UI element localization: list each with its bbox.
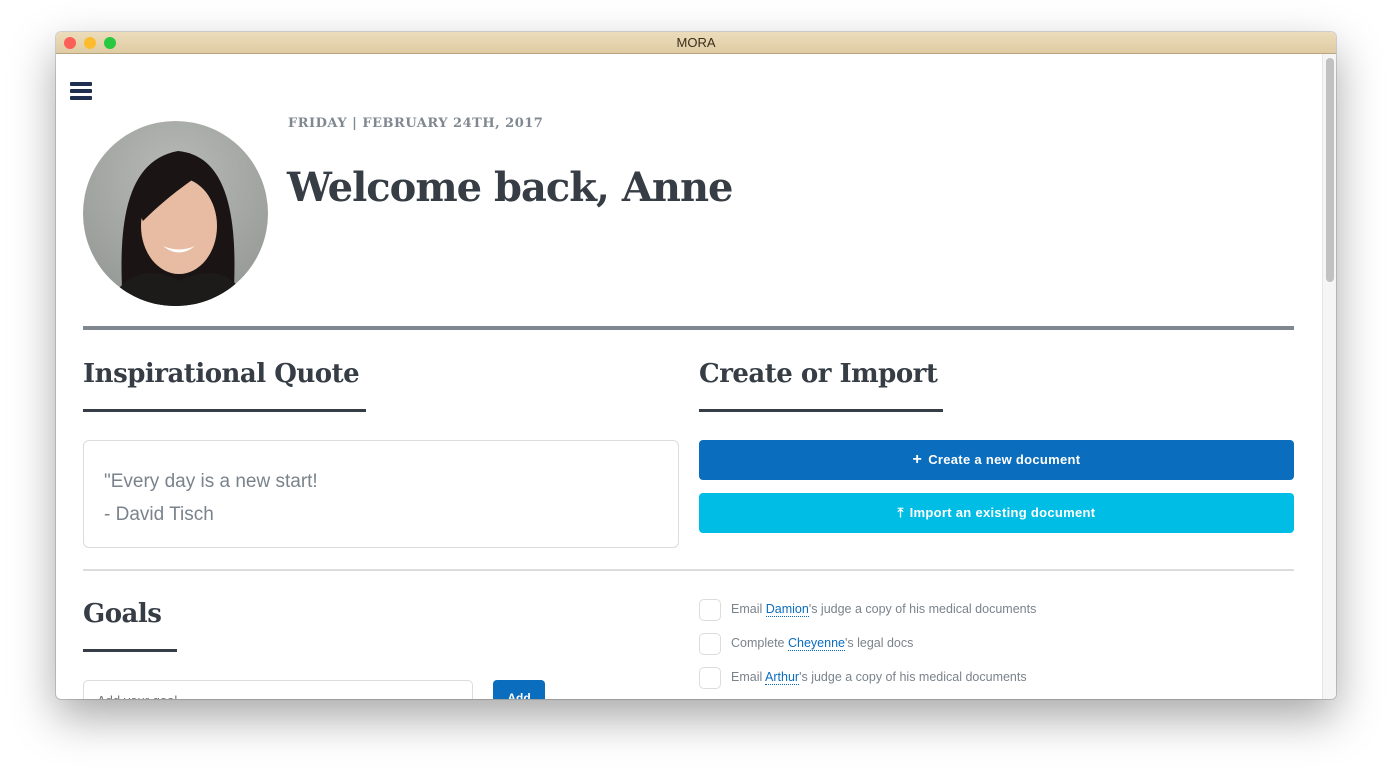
client-link[interactable]: Arthur (765, 670, 800, 685)
task-text: 's judge a copy of his medical documents (808, 602, 1037, 616)
import-document-button[interactable]: ⤒ Import an existing document (699, 493, 1294, 533)
goal-input[interactable] (83, 680, 473, 699)
task-text: 's legal docs (844, 636, 914, 650)
create-label: Create a new document (928, 452, 1081, 467)
import-label: Import an existing document (909, 505, 1096, 520)
task-text: Email (731, 602, 766, 616)
task-text: 's judge a copy of his medical documents (799, 670, 1027, 684)
scrollbar[interactable] (1322, 54, 1336, 699)
task-text: Complete (731, 636, 788, 650)
task-item: Complete Cheyenne's legal docs (699, 632, 914, 655)
heading-underline (699, 409, 943, 412)
plus-icon: + (912, 451, 923, 468)
divider (83, 569, 1294, 571)
app-window: MORA FRIDAY | FEBRUARY 24TH, 2017 Welcom… (56, 32, 1336, 699)
page-title: Welcome back, Anne (287, 164, 733, 211)
task-text: Email (731, 670, 766, 684)
heading-underline (83, 409, 366, 412)
create-heading: Create or Import (699, 359, 938, 389)
divider (83, 326, 1294, 330)
hamburger-menu-icon[interactable] (70, 82, 92, 100)
quote-text: "Every day is a new start! (104, 471, 318, 492)
upload-icon: ⤒ (897, 505, 904, 520)
task-item: Email Damion's judge a copy of his medic… (699, 598, 1037, 621)
scrollbar-thumb[interactable] (1326, 58, 1334, 282)
main-content: FRIDAY | FEBRUARY 24TH, 2017 Welcome bac… (56, 54, 1322, 699)
current-date: FRIDAY | FEBRUARY 24TH, 2017 (288, 116, 544, 131)
minimize-button[interactable] (84, 37, 96, 49)
client-link[interactable]: Damion (765, 602, 809, 617)
title-bar: MORA (56, 32, 1336, 54)
create-document-button[interactable]: + Create a new document (699, 440, 1294, 480)
task-checkbox[interactable] (699, 666, 721, 689)
task-checkbox[interactable] (699, 598, 721, 621)
quote-heading: Inspirational Quote (83, 359, 360, 389)
close-button[interactable] (64, 37, 76, 49)
task-checkbox[interactable] (699, 632, 721, 655)
client-link[interactable]: Cheyenne (787, 636, 845, 651)
maximize-button[interactable] (104, 37, 116, 49)
quote-author: - David Tisch (104, 504, 214, 525)
avatar (83, 121, 268, 306)
task-item: Email Arthur's judge a copy of his medic… (699, 666, 1027, 689)
heading-underline (83, 649, 177, 652)
goals-heading: Goals (83, 599, 162, 629)
quote-card: "Every day is a new start! - David Tisch (83, 440, 679, 548)
add-goal-button[interactable]: Add (493, 680, 545, 699)
window-title: MORA (676, 35, 716, 50)
